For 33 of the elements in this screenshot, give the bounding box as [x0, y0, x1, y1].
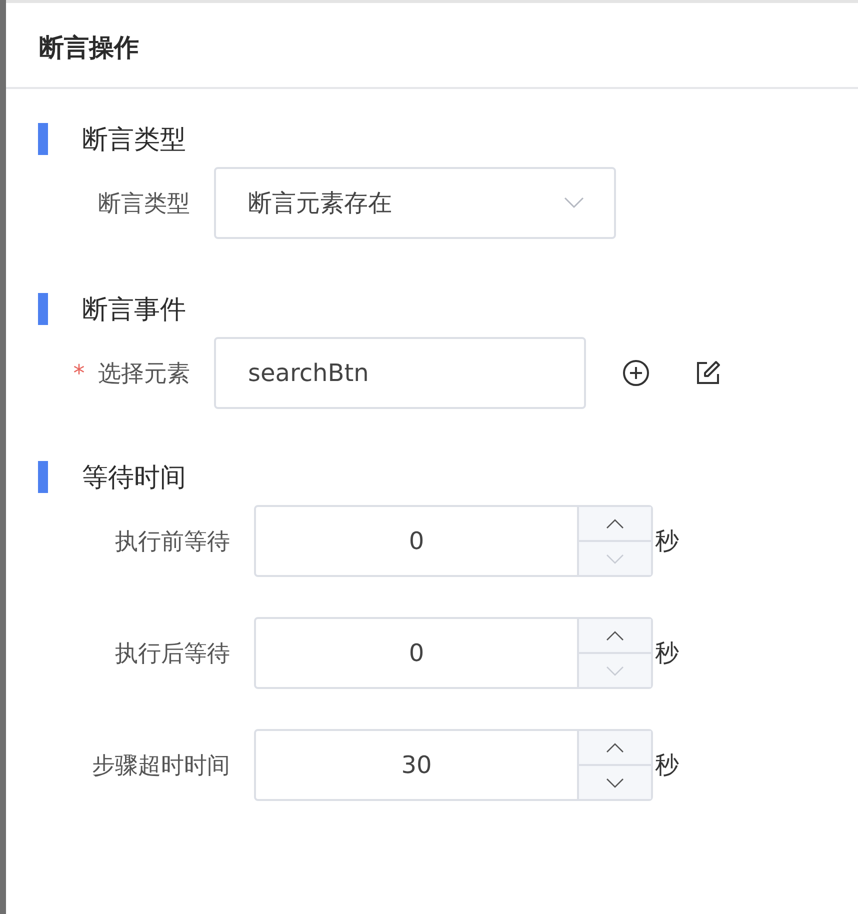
- decrement-button[interactable]: [579, 542, 651, 575]
- section-heading: 断言事件: [82, 294, 186, 326]
- unit-label: 秒: [655, 526, 679, 557]
- chevron-up-icon: [606, 518, 624, 528]
- field-label: 执行前等待: [115, 528, 230, 554]
- add-circle-icon[interactable]: [622, 359, 650, 387]
- field-label: 步骤超时时间: [92, 752, 230, 778]
- select-field[interactable]: 断言元素存在: [214, 167, 616, 239]
- section-marker: [38, 123, 48, 155]
- field-label: 断言类型: [98, 190, 190, 216]
- drawer-title: 断言操作: [6, 3, 858, 89]
- number-input[interactable]: 0: [254, 617, 653, 689]
- number-input[interactable]: 0: [254, 505, 653, 577]
- chevron-up-icon: [606, 630, 624, 640]
- section-marker: [38, 293, 48, 325]
- decrement-button[interactable]: [579, 766, 651, 799]
- field-label: 选择元素: [98, 360, 190, 386]
- unit-label: 秒: [655, 638, 679, 669]
- increment-button[interactable]: [579, 507, 651, 542]
- number-input[interactable]: 30: [254, 729, 653, 801]
- increment-button[interactable]: [579, 619, 651, 654]
- input-field[interactable]: searchBtn: [214, 337, 586, 409]
- section-heading: 断言类型: [82, 124, 186, 156]
- increment-button[interactable]: [579, 731, 651, 766]
- field-label: 执行后等待: [115, 640, 230, 666]
- chevron-up-icon: [606, 742, 624, 752]
- unit-label: 秒: [655, 750, 679, 781]
- required-asterisk: *: [73, 360, 85, 386]
- edit-icon[interactable]: [694, 359, 722, 387]
- section-marker: [38, 461, 48, 493]
- chevron-down-icon: [564, 197, 584, 209]
- section-heading: 等待时间: [82, 462, 186, 494]
- decrement-button[interactable]: [579, 654, 651, 687]
